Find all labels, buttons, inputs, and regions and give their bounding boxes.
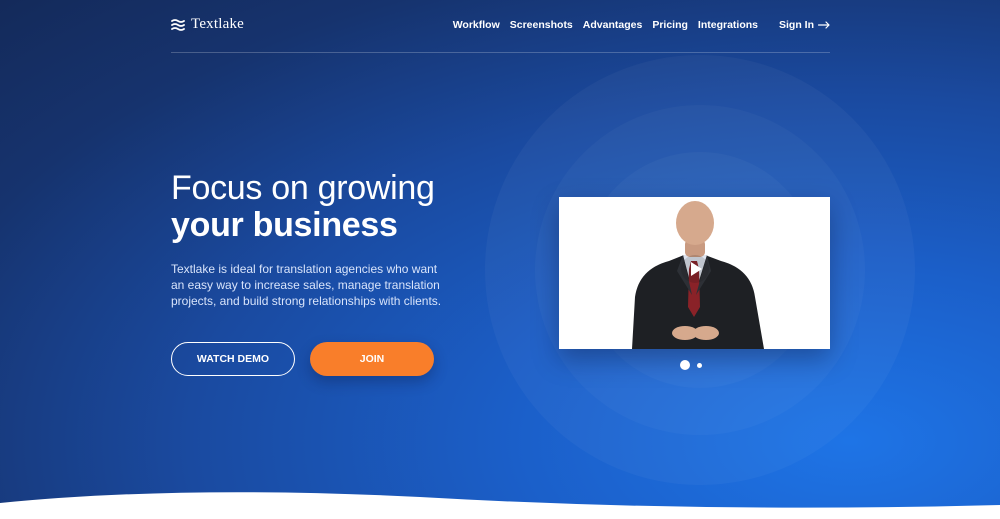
hero-title-line2: your business — [171, 206, 398, 244]
hero-section: Textlake Workflow Screenshots Advantages… — [0, 0, 1000, 519]
arrow-right-icon — [818, 21, 830, 29]
carousel-dot-1[interactable] — [680, 360, 690, 370]
logo[interactable]: Textlake — [171, 16, 244, 33]
hero-description: Textlake is ideal for translation agenci… — [171, 262, 442, 308]
nav-item-integrations[interactable]: Integrations — [698, 19, 758, 31]
brand-name: Textlake — [191, 16, 245, 32]
play-button[interactable] — [681, 255, 709, 283]
nav-item-pricing[interactable]: Pricing — [652, 19, 688, 31]
join-button[interactable]: JOIN — [310, 342, 434, 376]
site-header: Textlake Workflow Screenshots Advantages… — [171, 0, 830, 53]
carousel-dot-2[interactable] — [697, 362, 702, 368]
video-player[interactable] — [559, 197, 830, 349]
nav-item-screenshots[interactable]: Screenshots — [510, 19, 573, 31]
sign-in-label: Sign In — [779, 19, 814, 31]
carousel-dots — [680, 360, 702, 370]
main-nav: Workflow Screenshots Advantages Pricing … — [453, 19, 830, 31]
hero-title: Focus on growing your business — [171, 170, 435, 244]
decorative-rings — [0, 0, 1000, 519]
nav-item-workflow[interactable]: Workflow — [453, 19, 500, 31]
watch-demo-button[interactable]: WATCH DEMO — [171, 342, 295, 376]
nav-item-advantages[interactable]: Advantages — [583, 19, 643, 31]
hero-title-line1: Focus on growing — [171, 169, 435, 207]
wave-lines-icon — [171, 18, 185, 31]
bottom-wave — [0, 492, 1000, 519]
sign-in-link[interactable]: Sign In — [779, 19, 830, 31]
play-icon — [691, 262, 702, 276]
